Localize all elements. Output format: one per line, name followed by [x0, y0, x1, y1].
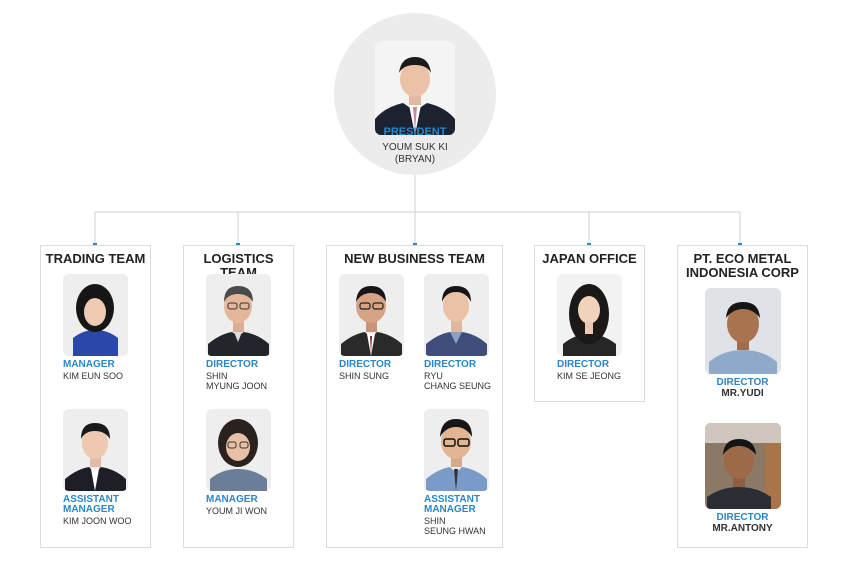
team-new-business: NEW BUSINESS TEAM DIRECTOR SHIN SUNG DIR… [326, 245, 503, 548]
member-name: KIM SE JEONG [557, 371, 622, 381]
member-name: SHIN SEUNG HWAN [424, 516, 486, 536]
team-title: TRADING TEAM [45, 251, 146, 266]
member-card: DIRECTOR KIM SE JEONG [557, 274, 622, 381]
member-name: SHIN SUNG [339, 371, 390, 381]
member-card: DIRECTOR RYU CHANG SEUNG [424, 274, 491, 391]
member-photo [557, 274, 622, 356]
team-logistics: LOGISTICS TEAM DIRECTOR SHIN MYUNG JOON [183, 245, 294, 548]
member-photo [704, 288, 781, 374]
member-photo [424, 409, 489, 491]
member-photo [339, 274, 404, 356]
member-photo [424, 274, 489, 356]
member-photo [206, 409, 271, 491]
member-card: DIRECTOR SHIN MYUNG JOON [206, 274, 271, 391]
member-card: DIRECTOR MR.YUDI [678, 288, 807, 399]
president-name: YOUM SUK KI (BRYAN) [382, 142, 448, 165]
member-name: YOUM JI WON [206, 506, 267, 516]
member-role: DIRECTOR [716, 377, 769, 388]
member-photo [206, 274, 271, 356]
member-card: ASSISTANT MANAGER KIM JOON WOO [63, 409, 132, 526]
member-role: ASSISTANT MANAGER [63, 494, 119, 515]
team-pt-eco-metal: PT. ECO METAL INDONESIA CORP DIRECTOR MR… [677, 245, 808, 548]
member-name: MR.YUDI [721, 388, 764, 399]
member-card: DIRECTOR SHIN SUNG [339, 274, 404, 381]
member-photo [63, 274, 128, 356]
member-photo [704, 423, 781, 509]
member-role: DIRECTOR [557, 359, 610, 370]
member-card: MANAGER KIM EUN SOO [63, 274, 128, 381]
member-role: DIRECTOR [716, 512, 769, 523]
team-japan-office: JAPAN OFFICE DIRECTOR KIM SE JEONG [534, 245, 645, 402]
president-node: PRESIDENT YOUM SUK KI (BRYAN) [334, 13, 496, 175]
member-photo [63, 409, 128, 491]
member-role: ASSISTANT MANAGER [424, 494, 480, 515]
team-title: NEW BUSINESS TEAM [344, 251, 485, 266]
member-name: MR.ANTONY [712, 523, 773, 534]
member-name: KIM EUN SOO [63, 371, 124, 381]
member-role: DIRECTOR [339, 359, 392, 370]
member-card: DIRECTOR MR.ANTONY [678, 423, 807, 534]
team-title: JAPAN OFFICE [542, 251, 637, 266]
member-role: MANAGER [63, 359, 115, 370]
team-title: PT. ECO METAL INDONESIA CORP [686, 251, 799, 280]
president-role: PRESIDENT [383, 126, 447, 138]
member-card: ASSISTANT MANAGER SHIN SEUNG HWAN [424, 409, 489, 536]
member-card: MANAGER YOUM JI WON [206, 409, 271, 516]
team-trading: TRADING TEAM MANAGER KIM EUN SOO ASSISTA… [40, 245, 151, 548]
member-name: KIM JOON WOO [63, 516, 132, 526]
member-name: SHIN MYUNG JOON [206, 371, 268, 391]
member-role: MANAGER [206, 494, 258, 505]
member-role: DIRECTOR [424, 359, 477, 370]
member-name: RYU CHANG SEUNG [424, 371, 492, 391]
president-photo [375, 41, 455, 135]
member-role: DIRECTOR [206, 359, 259, 370]
